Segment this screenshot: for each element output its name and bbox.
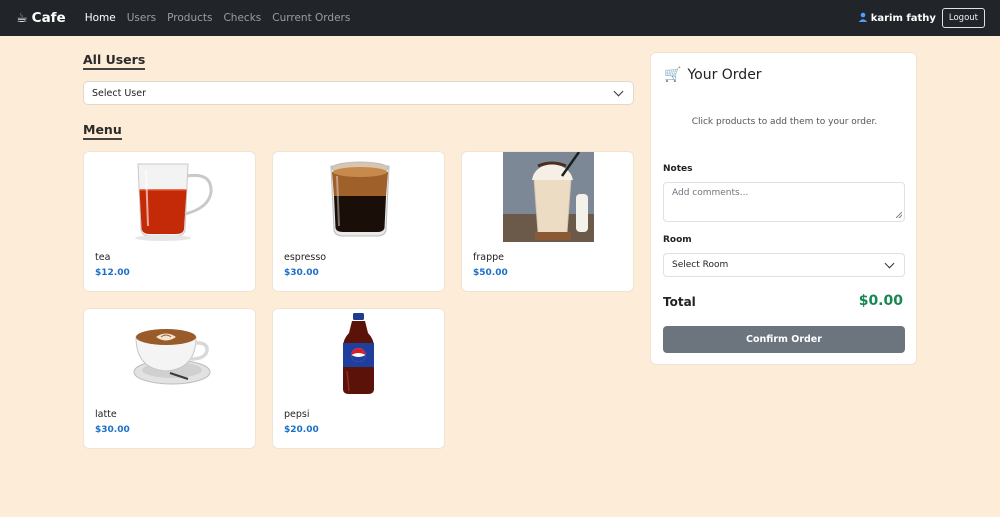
product-name: latte [95, 409, 117, 420]
user-select[interactable]: Select User [83, 81, 634, 105]
cart-icon: 🛒 [664, 67, 682, 83]
tea-image [84, 152, 257, 247]
room-label: Room [663, 235, 692, 245]
user-name-text: karim fathy [870, 12, 936, 24]
nav-links: Home Users Products Checks Current Order… [80, 12, 357, 24]
order-title: 🛒 Your Order [664, 67, 762, 83]
user-select-value: Select User [92, 87, 146, 99]
product-card-tea[interactable]: tea $12.00 [83, 151, 256, 292]
logout-button[interactable]: Logout [941, 8, 985, 28]
chevron-down-icon [884, 258, 895, 268]
order-title-text: Your Order [687, 67, 762, 83]
resize-grip-icon[interactable] [896, 212, 902, 218]
brand-name: Cafe [31, 10, 66, 26]
nav-link-products[interactable]: Products [162, 12, 218, 24]
product-card-pepsi[interactable]: pepsi $20.00 [272, 308, 445, 449]
nav-link-users[interactable]: Users [122, 12, 162, 24]
product-price: $30.00 [95, 425, 130, 435]
nav-link-checks[interactable]: Checks [218, 12, 267, 24]
all-users-heading: All Users [83, 52, 146, 70]
product-name: frappe [473, 252, 504, 263]
nav-link-current-orders[interactable]: Current Orders [267, 12, 356, 24]
room-select-value: Select Room [672, 260, 729, 270]
chevron-down-icon [613, 86, 624, 96]
order-empty-hint: Click products to add them to your order… [691, 117, 878, 127]
product-price: $30.00 [284, 268, 319, 278]
nav-user-area: karim fathy Logout [858, 8, 985, 28]
total-value: $0.00 [858, 293, 903, 309]
product-price: $12.00 [95, 268, 130, 278]
product-price: $50.00 [473, 268, 508, 278]
latte-image [84, 309, 257, 404]
current-user: karim fathy [858, 12, 936, 25]
navbar: ☕ Cafe Home Users Products Checks Curren… [0, 0, 1000, 36]
product-name: pepsi [284, 409, 310, 420]
confirm-order-button[interactable]: Confirm Order [663, 326, 905, 353]
product-name: tea [95, 252, 111, 263]
total-label: Total [663, 295, 696, 309]
espresso-image [273, 152, 446, 247]
brand-link[interactable]: ☕ Cafe [16, 10, 66, 26]
nav-link-home[interactable]: Home [80, 12, 122, 24]
product-name: espresso [284, 252, 327, 263]
room-select[interactable]: Select Room [663, 253, 905, 277]
order-panel: 🛒 Your Order Click products to add them … [650, 52, 917, 365]
pepsi-image [273, 309, 446, 404]
notes-textarea[interactable] [663, 182, 905, 222]
menu-heading: Menu [83, 122, 122, 140]
product-card-frappe[interactable]: frappe $50.00 [461, 151, 634, 292]
product-card-latte[interactable]: latte $30.00 [83, 308, 256, 449]
person-icon [858, 12, 868, 25]
coffee-cup-icon: ☕ [16, 10, 28, 26]
notes-label: Notes [663, 164, 693, 174]
product-card-espresso[interactable]: espresso $30.00 [272, 151, 445, 292]
product-price: $20.00 [284, 425, 319, 435]
frappe-image [462, 151, 635, 247]
